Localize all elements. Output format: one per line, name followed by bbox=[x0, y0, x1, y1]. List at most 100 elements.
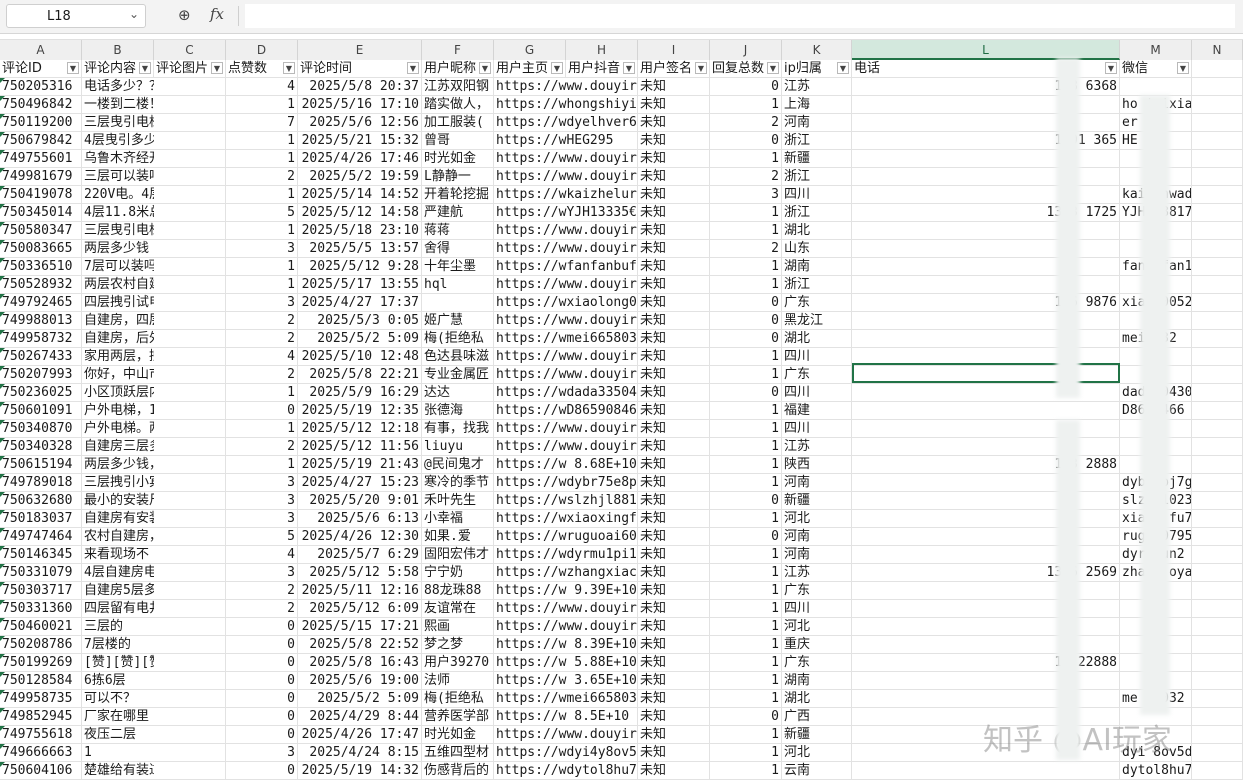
table-cell[interactable]: 陕西 bbox=[782, 456, 852, 473]
table-cell[interactable]: 0 bbox=[226, 636, 298, 653]
table-cell[interactable]: 未知 bbox=[638, 276, 710, 293]
table-cell[interactable]: https://www.douyir bbox=[494, 150, 638, 167]
formula-input[interactable] bbox=[245, 4, 1235, 28]
table-cell[interactable]: 开着轮挖掘 bbox=[422, 186, 494, 203]
table-cell[interactable]: 湖北 bbox=[782, 690, 852, 707]
table-cell[interactable] bbox=[154, 78, 226, 95]
table-cell[interactable]: 750146345 bbox=[0, 546, 82, 563]
table-cell[interactable]: 未知 bbox=[638, 204, 710, 221]
table-cell[interactable] bbox=[154, 582, 226, 599]
table-cell[interactable]: 宁宁奶 bbox=[422, 564, 494, 581]
table-cell[interactable]: 2025/5/19 12:35 bbox=[298, 402, 422, 419]
table-cell[interactable] bbox=[422, 294, 494, 311]
table-cell[interactable] bbox=[1192, 240, 1243, 257]
table-cell[interactable]: 未知 bbox=[638, 708, 710, 725]
table-cell[interactable] bbox=[154, 744, 226, 761]
table-cell[interactable]: 未知 bbox=[638, 366, 710, 383]
table-cell[interactable]: 2025/5/6 12:56 bbox=[298, 114, 422, 131]
table-cell[interactable]: @民间鬼才 bbox=[422, 456, 494, 473]
table-cell[interactable]: 750460021 bbox=[0, 618, 82, 635]
column-header-j[interactable]: J bbox=[710, 40, 782, 60]
table-cell[interactable]: 0 bbox=[710, 312, 782, 329]
table-cell[interactable]: 2025/4/26 12:30 bbox=[298, 528, 422, 545]
table-cell[interactable]: 色达县味滋 bbox=[422, 348, 494, 365]
column-header-d[interactable]: D bbox=[226, 40, 298, 60]
table-cell[interactable]: 严建航 bbox=[422, 204, 494, 221]
table-cell[interactable]: 750340328 bbox=[0, 438, 82, 455]
table-cell[interactable] bbox=[1192, 564, 1243, 581]
table-cell[interactable] bbox=[1192, 456, 1243, 473]
table-cell[interactable]: 1 bbox=[226, 132, 298, 149]
table-cell[interactable]: 750679842 bbox=[0, 132, 82, 149]
table-cell[interactable]: 750267433 bbox=[0, 348, 82, 365]
table-cell[interactable]: 2 bbox=[710, 240, 782, 257]
table-cell[interactable] bbox=[1192, 402, 1243, 419]
column-header-i[interactable]: I bbox=[638, 40, 710, 60]
table-cell[interactable]: 2025/5/16 17:10 bbox=[298, 96, 422, 113]
table-cell[interactable] bbox=[1192, 510, 1243, 527]
table-cell[interactable]: 如果.爱 bbox=[422, 528, 494, 545]
table-cell[interactable]: 750496842 bbox=[0, 96, 82, 113]
table-cell[interactable]: 未知 bbox=[638, 114, 710, 131]
header-cell[interactable]: 评论ID ▼ bbox=[0, 60, 82, 77]
table-cell[interactable]: 未知 bbox=[638, 618, 710, 635]
table-cell[interactable]: https://www.douyir bbox=[494, 438, 638, 455]
table-cell[interactable]: 750208786 bbox=[0, 636, 82, 653]
table-cell[interactable]: 1 bbox=[226, 96, 298, 113]
table-cell[interactable]: 750207993 bbox=[0, 366, 82, 383]
filter-dropdown-icon[interactable]: ▼ bbox=[623, 62, 635, 74]
table-cell[interactable]: 踏实做人， bbox=[422, 96, 494, 113]
table-cell[interactable]: 未知 bbox=[638, 546, 710, 563]
table-cell[interactable]: 山东 bbox=[782, 240, 852, 257]
table-cell[interactable]: 未知 bbox=[638, 636, 710, 653]
table-cell[interactable]: 重庆 bbox=[782, 636, 852, 653]
filter-dropdown-icon[interactable]: ▼ bbox=[837, 62, 849, 74]
table-cell[interactable]: 未知 bbox=[638, 240, 710, 257]
table-cell[interactable] bbox=[1192, 618, 1243, 635]
table-cell[interactable]: 2025/5/2 5:09 bbox=[298, 690, 422, 707]
table-cell[interactable]: 1 bbox=[226, 258, 298, 275]
table-cell[interactable]: 伤感背后的 bbox=[422, 762, 494, 779]
table-cell[interactable] bbox=[154, 240, 226, 257]
table-cell[interactable]: https://wruguoai60 bbox=[494, 528, 638, 545]
table-cell[interactable]: 5 bbox=[226, 528, 298, 545]
table-cell[interactable]: https://wdybr75e8p bbox=[494, 474, 638, 491]
table-cell[interactable]: 未知 bbox=[638, 438, 710, 455]
table-cell[interactable]: 蒋蒋 bbox=[422, 222, 494, 239]
table-cell[interactable]: 黑龙江 bbox=[782, 312, 852, 329]
table-cell[interactable]: 未知 bbox=[638, 168, 710, 185]
header-cell[interactable]: 用户抖音 ▼ bbox=[566, 60, 638, 77]
table-cell[interactable]: 1 bbox=[710, 672, 782, 689]
table-cell[interactable]: 1 bbox=[710, 564, 782, 581]
table-cell[interactable] bbox=[154, 618, 226, 635]
table-cell[interactable]: 时光如金 bbox=[422, 150, 494, 167]
table-cell[interactable] bbox=[154, 402, 226, 419]
table-cell[interactable]: https://wdytol8hu7 bbox=[494, 762, 638, 779]
table-cell[interactable]: 749958735 bbox=[0, 690, 82, 707]
table-cell[interactable]: 梅(拒绝私 bbox=[422, 690, 494, 707]
table-cell[interactable]: 2025/5/12 6:09 bbox=[298, 600, 422, 617]
table-cell[interactable]: 友谊常在 bbox=[422, 600, 494, 617]
table-cell[interactable]: 750604106 bbox=[0, 762, 82, 779]
table-cell[interactable]: 750601091 bbox=[0, 402, 82, 419]
table-cell[interactable] bbox=[1192, 96, 1243, 113]
table-cell[interactable]: hql bbox=[422, 276, 494, 293]
table-cell[interactable]: 2025/5/8 22:21 bbox=[298, 366, 422, 383]
table-cell[interactable]: 2025/5/20 9:01 bbox=[298, 492, 422, 509]
table-cell[interactable]: 浙江 bbox=[782, 204, 852, 221]
table-cell[interactable]: 750083665 bbox=[0, 240, 82, 257]
table-cell[interactable] bbox=[154, 384, 226, 401]
table-cell[interactable]: 未知 bbox=[638, 348, 710, 365]
table-cell[interactable]: 1 bbox=[710, 618, 782, 635]
table-cell[interactable]: https://w 3.65E+10 bbox=[494, 672, 638, 689]
table-cell[interactable]: 1 bbox=[710, 222, 782, 239]
table-cell[interactable]: 未知 bbox=[638, 294, 710, 311]
table-cell[interactable]: 未知 bbox=[638, 690, 710, 707]
table-cell[interactable]: https://www.douyir bbox=[494, 618, 638, 635]
table-cell[interactable]: 2025/5/7 6:29 bbox=[298, 546, 422, 563]
table-cell[interactable] bbox=[1192, 366, 1243, 383]
table-cell[interactable]: 2 bbox=[226, 366, 298, 383]
table-cell[interactable] bbox=[154, 186, 226, 203]
table-cell[interactable] bbox=[154, 528, 226, 545]
table-cell[interactable]: https://www.douyir bbox=[494, 78, 638, 95]
